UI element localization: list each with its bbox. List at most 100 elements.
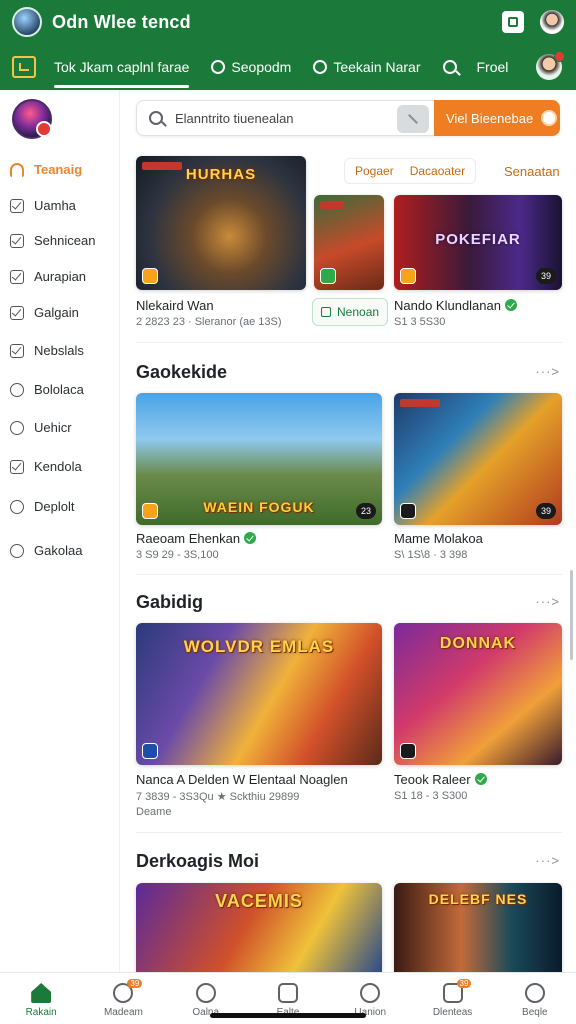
sidebar-item-label: Kendola [34, 459, 82, 474]
game-badge-icon [320, 268, 336, 284]
status-bar: Odn Wlee tencd [0, 0, 576, 44]
sidebar-item-0[interactable]: Teanaig [10, 162, 82, 177]
circle-icon [10, 499, 24, 514]
nav-beqle[interactable]: Beqle [494, 973, 576, 1024]
verified-icon [244, 532, 257, 544]
rating-badge: 39 [535, 503, 556, 519]
sidebar-item-10[interactable]: Gakolaa [10, 543, 82, 558]
tablet-icon [277, 983, 298, 1003]
card-title[interactable]: Nanca A Delden W Elentaal Noaglen [136, 772, 348, 787]
game-card[interactable]: WAEIN FOGUK 23 [136, 393, 382, 525]
sidebar-item-label: Teanaig [34, 162, 83, 177]
scrollbar[interactable] [570, 570, 573, 660]
sidebar-item-9[interactable]: Deplolt [10, 499, 74, 514]
app-title: Odn Wlee tencd [52, 11, 191, 32]
sidebar-item-label: Nebslals [34, 343, 84, 358]
sidebar-item-8[interactable]: Kendola [10, 459, 82, 474]
nenoan-button[interactable]: Nenoan [312, 298, 389, 326]
profile-icon[interactable] [540, 10, 564, 34]
screen-icon[interactable] [502, 11, 524, 33]
card-meta: S1 3 5S30 [394, 316, 446, 328]
app-avatar[interactable] [12, 7, 42, 37]
circle-icon [10, 382, 24, 397]
search-icon [149, 111, 163, 125]
game-card[interactable]: DONNAK [394, 623, 562, 765]
home-indicator[interactable] [210, 1013, 366, 1018]
search-bar[interactable]: Elanntrito tiuenealan Viel Bieenebae [136, 100, 560, 136]
person-icon [360, 983, 381, 1003]
card-meta: S1 18 - 3 S300 [394, 790, 468, 802]
game-logo: DELEBF NES [428, 891, 528, 907]
verified-icon [474, 773, 487, 785]
nav-home[interactable]: Rakain [0, 973, 82, 1024]
section-more-link[interactable]: ···> [535, 594, 560, 609]
nav-dlenteas[interactable]: 39 Dlenteas [411, 973, 493, 1024]
search-icon[interactable] [442, 60, 457, 74]
nav-label: Madeam [103, 1007, 143, 1018]
sidebar-item-2[interactable]: Sehnicean [10, 233, 95, 248]
game-badge-icon [142, 503, 158, 519]
pill-right[interactable]: Dacaoater [410, 164, 465, 178]
visit-button[interactable]: Viel Bieenebae [434, 100, 560, 136]
nav-label: Beqle [522, 1007, 548, 1018]
check-icon [10, 198, 24, 213]
home-logo-icon[interactable] [12, 56, 36, 78]
sidebar [0, 90, 120, 972]
card-meta: 7 3839 - 3S3Qu ★ Sckthiu 29899 [136, 791, 300, 803]
circle-icon [211, 60, 226, 74]
clear-button[interactable] [397, 105, 429, 133]
pill-left[interactable]: Pogaer [355, 164, 394, 178]
section-more-link[interactable]: ···> [535, 364, 560, 379]
nav-badge: 39 [456, 979, 472, 988]
tab-label: Seopodm [231, 59, 292, 75]
featured-card-3[interactable]: POKEFIAR 39 [394, 195, 562, 290]
sidebar-item-1[interactable]: Uamha [10, 198, 76, 213]
game-badge-icon [400, 743, 416, 759]
sidebar-item-label: Galgain [34, 305, 79, 320]
game-card[interactable]: DELEBF NES [394, 883, 562, 972]
game-badge-icon [142, 743, 158, 759]
game-logo: WAEIN FOGUK [203, 499, 315, 515]
circle-icon [10, 543, 24, 558]
sidebar-avatar[interactable] [12, 99, 52, 139]
check-icon [10, 269, 24, 284]
card-title[interactable]: Nlekaird Wan [136, 298, 214, 313]
sidebar-item-label: Gakolaa [34, 543, 83, 558]
sidebar-item-7[interactable]: Uehicr [10, 420, 72, 435]
user-avatar[interactable] [536, 51, 565, 80]
card-title-text: Raeoam Ehenkan [136, 531, 241, 546]
tab-label: Teekain Narar [333, 59, 421, 75]
tab-top-label: Tok Jkam caplnl farae [54, 59, 190, 75]
sidebar-item-5[interactable]: Nebslals [10, 343, 84, 358]
card-title[interactable]: Teook Raleer [394, 772, 487, 787]
game-badge-icon [400, 503, 416, 519]
featured-card-2[interactable] [314, 195, 384, 290]
featured-card-1[interactable]: HURHAS [136, 156, 306, 290]
card-title-text: Teook Raleer [394, 772, 471, 787]
corner-tag [400, 399, 440, 407]
sidebar-item-3[interactable]: Aurapian [10, 269, 86, 284]
sidebar-item-6[interactable]: Bololaca [10, 382, 84, 397]
tab-top[interactable]: Tok Jkam caplnl farae [54, 44, 190, 90]
sidebar-item-4[interactable]: Galgain [10, 305, 79, 320]
game-card[interactable]: VACEMIS [136, 883, 382, 972]
filter-pills[interactable]: Pogaer Dacaoater [344, 158, 477, 184]
tab-seopodm[interactable]: Seopodm [211, 44, 291, 90]
nav-madeam[interactable]: 39 Madeam [82, 973, 164, 1024]
divider [136, 574, 562, 575]
tab-froel[interactable]: Froel [477, 44, 509, 90]
sidebar-item-label: Uamha [34, 198, 76, 213]
nav-badge: 39 [127, 979, 143, 988]
section-title: Gaokekide [136, 362, 228, 382]
card-title[interactable]: Nando Klundlanan [394, 298, 517, 313]
card-title[interactable]: Mame Molakoa [394, 531, 483, 546]
game-card[interactable]: WOLVDR EMLAS [136, 623, 382, 765]
search-input[interactable]: Elanntrito tiuenealan [175, 111, 294, 126]
card-title[interactable]: Raeoam Ehenkan [136, 531, 257, 546]
game-card[interactable]: 39 [394, 393, 562, 525]
tab-label: Froel [476, 59, 509, 75]
section-more-link[interactable]: ···> [535, 853, 560, 868]
featured-link[interactable]: Senaatan [504, 164, 560, 179]
check-icon [10, 233, 24, 248]
tab-teekain[interactable]: Teekain Narar [313, 44, 421, 90]
